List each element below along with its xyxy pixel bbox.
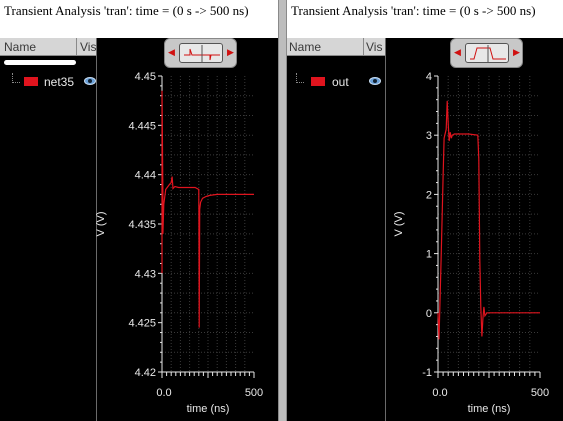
y-tick-label: 2 <box>426 189 432 201</box>
x-tick-label: 500 <box>245 387 263 399</box>
waveform-plot-svg[interactable]: 4.45 4.445 4.44 4.435 4.43 4.425 4.420.0 500 tim… <box>0 0 278 421</box>
y-tick-label: 0 <box>426 308 432 320</box>
y-tick-label: 4.43 <box>135 268 156 280</box>
waveform-panel-right: Transient Analysis 'tran': time = (0 s -… <box>287 0 563 421</box>
panel-splitter[interactable] <box>278 0 287 421</box>
y-tick-label: 4.425 <box>128 318 156 330</box>
waveform-plot-svg[interactable]: 4 3 2 1 0 -10.0 500 time (ns) V (V) <box>287 0 563 421</box>
x-axis-title: time (ns) <box>468 403 511 415</box>
y-tick-label: 4.44 <box>135 170 156 182</box>
y-tick-label: 3 <box>426 130 432 142</box>
y-tick-label: 4.45 <box>135 71 156 83</box>
waveform-panel-left: Transient Analysis 'tran': time = (0 s -… <box>0 0 278 421</box>
y-tick-label: -1 <box>422 367 432 379</box>
y-tick-label: 1 <box>426 249 432 261</box>
x-tick-label: 0.0 <box>156 387 171 399</box>
y-axis-title: V (V) <box>95 211 107 236</box>
y-axis-title: V (V) <box>393 211 405 236</box>
y-tick-label: 4.445 <box>128 120 156 132</box>
x-tick-label: 0.0 <box>432 387 447 399</box>
x-axis-title: time (ns) <box>187 403 230 415</box>
y-tick-label: 4 <box>426 71 432 83</box>
x-tick-label: 500 <box>531 387 549 399</box>
y-tick-label: 4.42 <box>135 367 156 379</box>
y-tick-label: 4.435 <box>128 219 156 231</box>
